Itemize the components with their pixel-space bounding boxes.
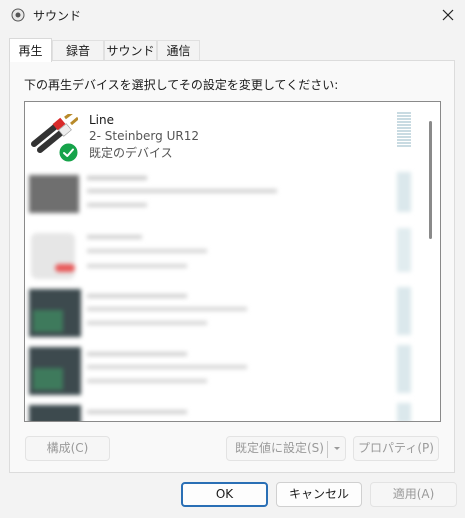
instruction-text: 下の再生デバイスを選択してその設定を変更してください: xyxy=(24,78,339,92)
tab-strip: 再生 録音 サウンド 通信 xyxy=(9,38,455,62)
tab-playback[interactable]: 再生 xyxy=(9,38,52,62)
device-list[interactable]: Line 2- Steinberg UR12 既定のデバイス xyxy=(24,101,441,422)
scrollbar-thumb[interactable] xyxy=(429,121,432,239)
speaker-app-icon xyxy=(11,8,25,22)
apply-button[interactable]: 適用(A) xyxy=(370,482,457,507)
close-icon[interactable] xyxy=(434,2,462,28)
ok-button[interactable]: OK xyxy=(181,482,268,507)
tab-sounds[interactable]: サウンド xyxy=(104,40,157,61)
properties-button[interactable]: プロパティ(P) xyxy=(353,436,439,461)
cancel-button[interactable]: キャンセル xyxy=(276,482,362,507)
window-title: サウンド xyxy=(33,9,82,23)
chevron-down-icon[interactable] xyxy=(330,436,344,461)
tab-recording[interactable]: 録音 xyxy=(52,40,104,61)
tab-communications[interactable]: 通信 xyxy=(157,40,200,61)
set-default-button[interactable]: 既定値に設定(S) xyxy=(226,436,346,461)
configure-button[interactable]: 構成(C) xyxy=(25,436,110,461)
title-bar: サウンド xyxy=(0,0,465,31)
split-divider xyxy=(327,441,328,458)
blurred-device-entries xyxy=(25,102,425,421)
